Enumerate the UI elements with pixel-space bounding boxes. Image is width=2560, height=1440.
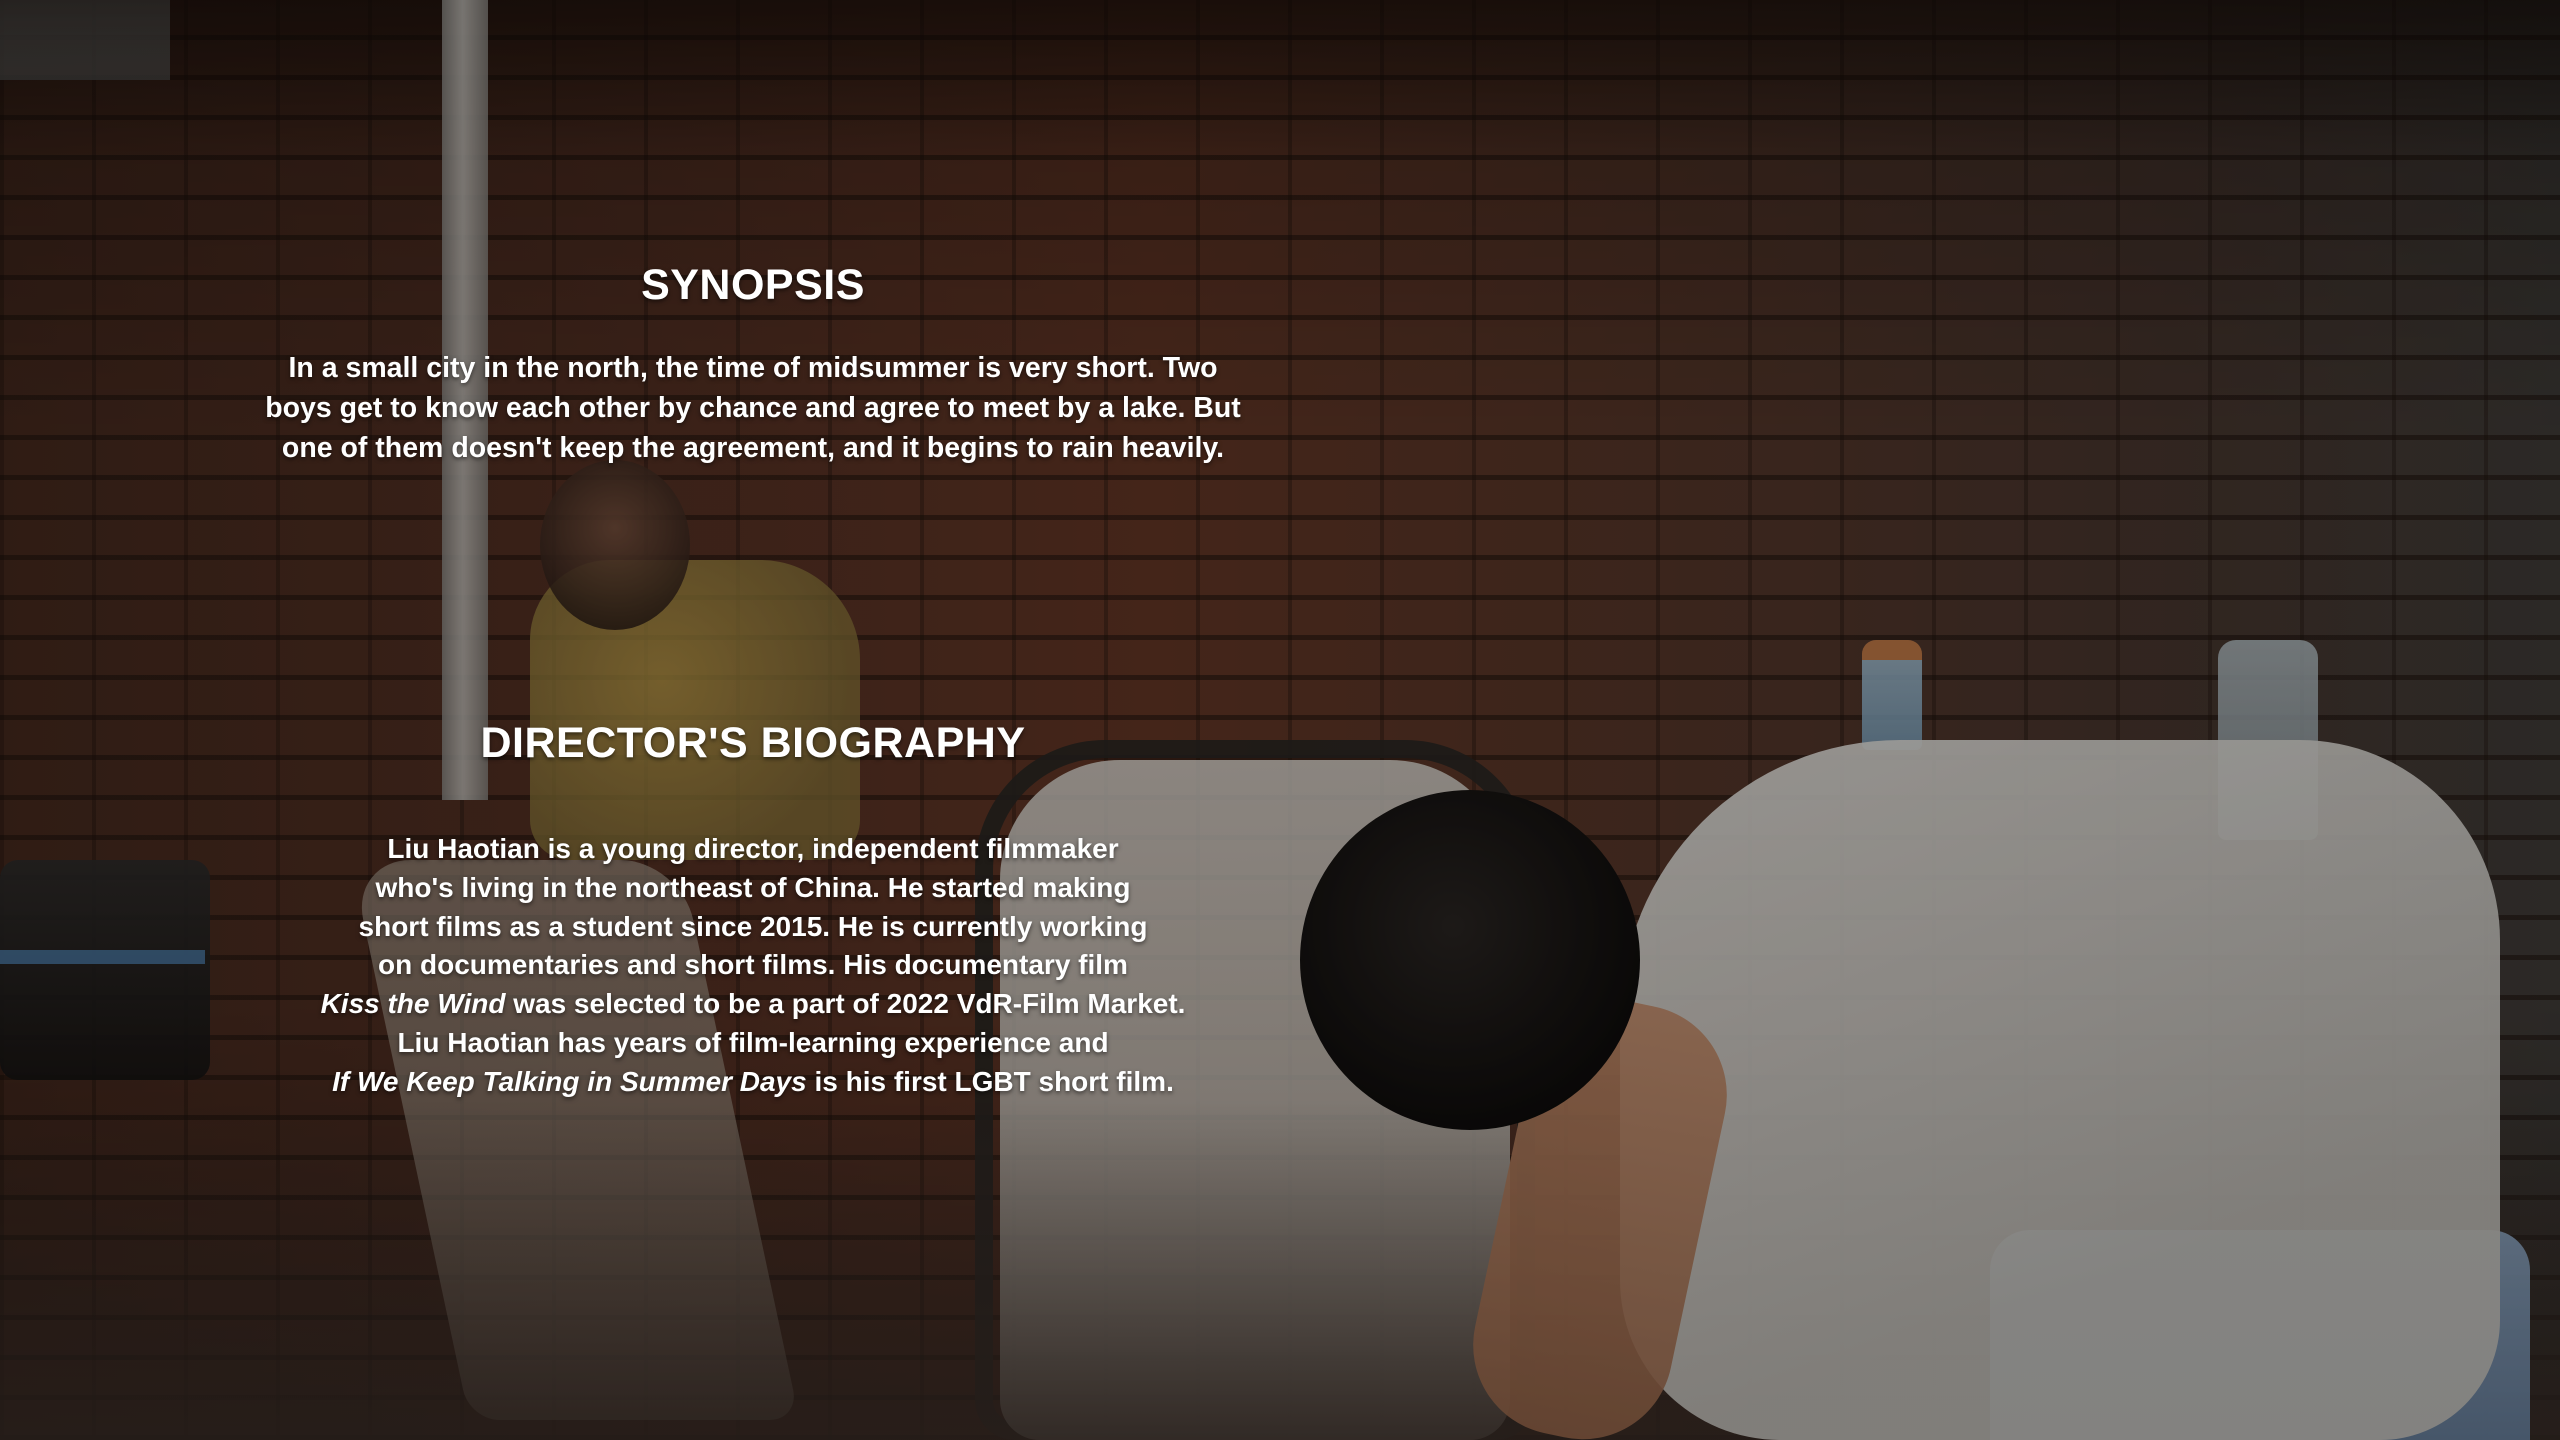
biography-line: short films as a student since 2015. He … <box>358 910 1148 942</box>
biography-line: on documentaries and short films. His do… <box>378 949 1128 981</box>
page: SYNOPSIS In a small city in the north, t… <box>0 0 2560 1440</box>
biography-line-text: is a young director, independent filmmak… <box>539 833 1119 864</box>
director-name: Liu Haotian <box>387 833 540 864</box>
biography-line: who's living in the northeast of China. … <box>375 871 1131 903</box>
synopsis-line: one of them doesn't keep the agreement, … <box>281 432 1225 464</box>
synopsis-line: In a small city in the north, the time o… <box>288 352 1218 384</box>
synopsis-heading: SYNOPSIS <box>641 261 865 309</box>
biography-text: Liu Haotian is a young director, indepen… <box>255 830 1251 1102</box>
biography-line: Liu Haotian has years of film-learning e… <box>397 1026 1109 1058</box>
text-overlay: SYNOPSIS In a small city in the north, t… <box>0 0 1510 1440</box>
biography-line: Kiss the Wind was selected to be a part … <box>255 985 1251 1024</box>
synopsis-line: boys get to know each other by chance an… <box>265 392 1241 424</box>
documentary-title: Kiss the Wind <box>320 988 506 1020</box>
biography-heading: DIRECTOR'S BIOGRAPHY <box>480 719 1026 767</box>
biography-line: Liu Haotian is a young director, indepen… <box>255 830 1251 869</box>
biography-line-text: was selected to be a part of 2022 VdR-Fi… <box>505 988 1186 1020</box>
biography-line-text: is his first LGBT short film. <box>806 1065 1174 1097</box>
biography-line: If We Keep Talking in Summer Days is his… <box>255 1063 1251 1102</box>
synopsis-text: In a small city in the north, the time o… <box>255 348 1251 468</box>
short-film-title: If We Keep Talking in Summer Days <box>332 1065 807 1097</box>
